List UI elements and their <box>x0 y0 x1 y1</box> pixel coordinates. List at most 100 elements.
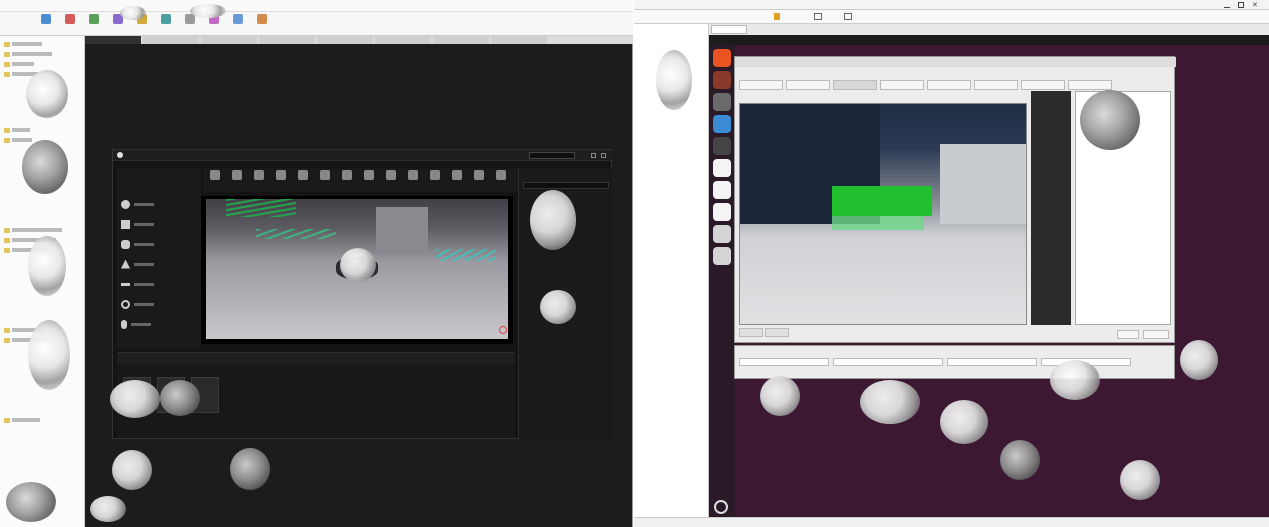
ue-toolbar-button[interactable] <box>383 170 399 190</box>
dock-app-icon[interactable] <box>713 203 731 221</box>
place-actor-plane[interactable] <box>121 276 197 292</box>
dock-app-icon[interactable] <box>713 137 731 155</box>
dock-app-icon[interactable] <box>713 159 731 177</box>
ue-menubar <box>113 150 613 161</box>
pause-icon[interactable] <box>774 13 780 20</box>
editor-tab[interactable] <box>375 36 431 44</box>
sidebar-item[interactable] <box>4 226 62 234</box>
editor-tab[interactable] <box>433 36 489 44</box>
editor-tab[interactable] <box>259 36 315 44</box>
ue-toolbar-button[interactable] <box>471 170 487 190</box>
dock-app-icon[interactable] <box>713 71 731 89</box>
folder-icon <box>4 237 10 243</box>
editor-tab[interactable] <box>491 36 547 44</box>
settings-field[interactable] <box>947 358 1037 366</box>
camera-mode-button[interactable] <box>786 80 830 90</box>
minimize-icon[interactable] <box>591 153 596 158</box>
vm-tab-strip <box>709 24 1269 35</box>
sidebar-item[interactable] <box>4 40 42 48</box>
rqt-button-b[interactable] <box>1143 330 1169 339</box>
settings-field[interactable] <box>833 358 943 366</box>
close-icon[interactable]: ✕ <box>1252 1 1258 9</box>
sphere-icon <box>121 199 130 209</box>
fullscreen-icon[interactable] <box>844 13 852 20</box>
ue-toolbar-button[interactable] <box>251 170 267 190</box>
camera-mode-button[interactable] <box>880 80 924 90</box>
vm-tab[interactable] <box>711 25 747 34</box>
place-actor-cylinder[interactable] <box>121 236 197 252</box>
rqt-bottom-tab[interactable] <box>765 328 789 337</box>
ue-main-toolbar <box>203 168 523 192</box>
sidebar-item[interactable] <box>4 126 30 134</box>
dock-app-icon[interactable] <box>713 247 731 265</box>
editor-tab[interactable] <box>317 36 373 44</box>
maximize-icon[interactable] <box>1238 2 1244 8</box>
toolbar-button[interactable] <box>156 13 176 34</box>
ue-toolbar-button[interactable] <box>493 170 509 190</box>
brush-smudge <box>90 496 126 522</box>
toolbar-button[interactable] <box>60 13 80 34</box>
ue-toolbar-icon <box>276 170 286 180</box>
sidebar-item-label <box>12 138 32 142</box>
camera-mode-button[interactable] <box>1068 80 1112 90</box>
camera-mode-button[interactable] <box>974 80 1018 90</box>
editor-tab[interactable] <box>143 36 199 44</box>
snapshot-icon[interactable] <box>814 13 822 20</box>
ue-toolbar-button[interactable] <box>405 170 421 190</box>
ue-search-input[interactable] <box>529 152 575 159</box>
camera-mode-button[interactable] <box>927 80 971 90</box>
sidebar-item[interactable] <box>4 50 52 58</box>
toolbar-icon <box>41 13 51 24</box>
editor-tab[interactable] <box>85 36 141 44</box>
place-actor-cube[interactable] <box>121 216 197 232</box>
toolbar-button[interactable] <box>252 13 272 34</box>
rqt-bottom-tab[interactable] <box>739 328 763 337</box>
cone-icon <box>121 259 130 269</box>
place-actor-sphere[interactable] <box>121 196 197 212</box>
place-actor-torus[interactable] <box>121 296 197 312</box>
minimize-icon[interactable] <box>1224 2 1230 8</box>
toolbar-button[interactable] <box>228 13 248 34</box>
vmware-statusbar <box>634 517 1269 527</box>
ue-toolbar-button[interactable] <box>339 170 355 190</box>
brush-smudge <box>1080 90 1140 150</box>
show-apps-icon[interactable] <box>714 500 728 514</box>
toolbar-button[interactable] <box>84 13 104 34</box>
place-actor-capsule[interactable] <box>121 316 197 332</box>
brush-smudge <box>760 376 800 416</box>
folder-icon <box>4 327 10 333</box>
ue-toolbar-button[interactable] <box>317 170 333 190</box>
sidebar-item[interactable] <box>4 60 34 68</box>
ue-toolbar-button[interactable] <box>449 170 465 190</box>
ue-toolbar-button[interactable] <box>273 170 289 190</box>
outliner-search-input[interactable] <box>523 182 609 189</box>
sidebar-item[interactable] <box>4 416 40 424</box>
dock-app-icon[interactable] <box>713 225 731 243</box>
brush-smudge <box>1000 440 1040 480</box>
rqt-button-a[interactable] <box>1117 330 1139 339</box>
close-icon[interactable] <box>601 153 606 158</box>
folder-icon <box>4 337 10 343</box>
place-actor-cone[interactable] <box>121 256 197 272</box>
folder-icon <box>4 51 10 57</box>
ue-toolbar-button[interactable] <box>295 170 311 190</box>
dock-app-icon[interactable] <box>713 181 731 199</box>
toolbar-button[interactable] <box>36 13 56 34</box>
ue-toolbar-icon <box>386 170 396 180</box>
dock-app-icon[interactable] <box>713 93 731 111</box>
camera-mode-button[interactable] <box>833 80 877 90</box>
record-icon[interactable] <box>499 326 507 334</box>
ue-toolbar-button[interactable] <box>361 170 377 190</box>
sidebar-item[interactable] <box>4 136 32 144</box>
ue-toolbar-button[interactable] <box>229 170 245 190</box>
dock-app-icon[interactable] <box>713 49 731 67</box>
settings-field[interactable] <box>739 358 829 366</box>
camera-mode-button[interactable] <box>739 80 783 90</box>
brush-smudge <box>530 190 576 250</box>
camera-image[interactable] <box>739 103 1027 325</box>
camera-mode-button[interactable] <box>1021 80 1065 90</box>
ue-toolbar-button[interactable] <box>207 170 223 190</box>
editor-tab[interactable] <box>201 36 257 44</box>
ue-toolbar-button[interactable] <box>427 170 443 190</box>
dock-app-icon[interactable] <box>713 115 731 133</box>
